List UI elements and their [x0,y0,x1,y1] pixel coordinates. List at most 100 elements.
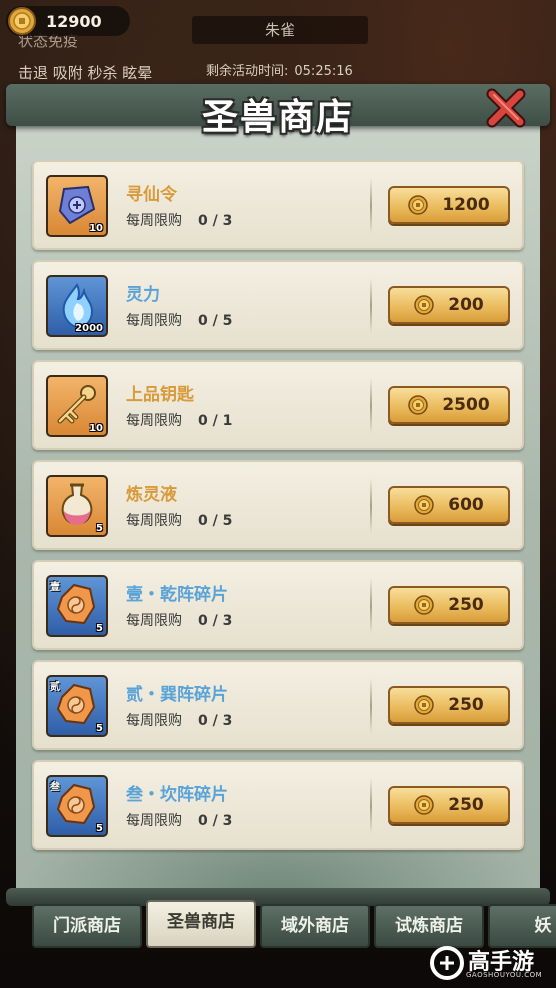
item-divider [370,478,372,534]
item-name: 炼灵液 [126,485,177,505]
item-limit-value: 0 / 3 [198,713,233,729]
coin-balance: 12900 [6,6,130,36]
item-icon-count: 5 [96,723,103,734]
coin-icon [414,595,434,615]
item-limit-value: 0 / 1 [198,413,233,429]
item-limit-value: 0 / 3 [198,213,233,229]
coin-icon [414,695,434,715]
shop-item: 贰 5 贰・巽阵碎片 每周限购 0 / 3 250 [32,660,524,750]
item-name: 灵力 [126,285,160,305]
item-name: 壹・乾阵碎片 [126,585,228,605]
shop-item: 叁 5 叁・坎阵碎片 每周限购 0 / 3 250 [32,760,524,850]
item-name: 叁・坎阵碎片 [126,785,228,805]
item-name: 上品钥匙 [126,385,194,405]
buy-button[interactable]: 250 [388,586,510,624]
item-icon-corner-label: 叁 [50,782,60,793]
item-limit-label: 每周限购 [126,513,182,529]
item-icon-corner-label: 贰 [50,682,60,693]
item-icon-count: 5 [96,623,103,634]
item-icon-corner-label: 壹 [50,582,60,593]
tab-2[interactable]: 圣兽商店 [146,900,256,948]
coin-amount: 12900 [46,11,102,31]
buy-button[interactable]: 250 [388,686,510,724]
item-limit: 每周限购 0 / 3 [126,210,232,230]
shop-item: 10 寻仙令 每周限购 0 / 3 1200 [32,160,524,250]
coin-icon [414,495,434,515]
tab-1[interactable]: 门派商店 [32,904,142,948]
boss-name: 朱雀 [192,16,368,44]
buy-button[interactable]: 1200 [388,186,510,224]
item-limit-label: 每周限购 [126,613,182,629]
logo-icon [430,946,464,980]
watermark-logo: 高手游 GAOSHOUYOU.COM [430,944,552,984]
coin-icon [408,195,429,215]
item-divider [370,178,372,234]
item-limit-label: 每周限购 [126,213,182,229]
buy-button[interactable]: 2500 [388,386,510,424]
item-price: 600 [448,495,484,515]
coin-icon [414,795,434,815]
skills-text: 击退 吸附 秒杀 眩晕 [18,64,153,82]
coin-icon [408,395,429,415]
shop-item: 2000 灵力 每周限购 0 / 5 200 [32,260,524,350]
buy-button[interactable]: 250 [388,786,510,824]
item-limit-label: 每周限购 [126,313,182,329]
item-limit: 每周限购 0 / 5 [126,310,232,330]
item-icon-frame: 10 [46,375,108,437]
item-price: 1200 [442,195,490,215]
item-price: 250 [448,695,484,715]
tab-4[interactable]: 试炼商店 [374,904,484,948]
item-divider [370,778,372,834]
shop-item: 壹 5 壹・乾阵碎片 每周限购 0 / 3 250 [32,560,524,650]
item-icon-frame: 壹 5 [46,575,108,637]
tab-3[interactable]: 域外商店 [260,904,370,948]
item-name: 寻仙令 [126,185,177,205]
item-limit: 每周限购 0 / 3 [126,710,232,730]
item-icon-count: 5 [96,523,103,534]
item-name: 贰・巽阵碎片 [126,685,228,705]
item-price: 200 [448,295,484,315]
item-icon-frame: 2000 [46,275,108,337]
item-price: 250 [448,595,484,615]
buy-button[interactable]: 200 [388,286,510,324]
item-icon-frame: 贰 5 [46,675,108,737]
tab-5[interactable]: 妖 [488,904,556,948]
item-limit-value: 0 / 3 [198,613,233,629]
item-icon-count: 10 [89,223,103,234]
activity-timer: 剩余活动时间: 05:25:16 [206,60,353,79]
timer-label: 剩余活动时间: [206,64,289,79]
item-icon-frame: 10 [46,175,108,237]
item-limit: 每周限购 0 / 3 [126,810,232,830]
item-price: 250 [448,795,484,815]
item-limit-value: 0 / 5 [198,513,233,529]
item-divider [370,378,372,434]
close-icon [486,88,526,128]
item-limit-value: 0 / 5 [198,313,233,329]
shop-item: 5 炼灵液 每周限购 0 / 5 600 [32,460,524,550]
shop-item: 10 上品钥匙 每周限购 0 / 1 2500 [32,360,524,450]
item-icon-count: 5 [96,823,103,834]
item-limit-label: 每周限购 [126,713,182,729]
shop-item-list: 10 寻仙令 每周限购 0 / 3 1200 2000 灵力 每周限购 0 / 5 [32,160,524,860]
item-limit: 每周限购 0 / 3 [126,610,232,630]
item-limit: 每周限购 0 / 5 [126,510,232,530]
item-limit: 每周限购 0 / 1 [126,410,232,430]
item-limit-value: 0 / 3 [198,813,233,829]
item-divider [370,278,372,334]
watermark-url: GAOSHOUYOU.COM [466,971,543,979]
coin-icon [8,7,36,35]
item-icon-count: 10 [89,423,103,434]
close-button[interactable] [484,86,528,130]
item-limit-label: 每周限购 [126,813,182,829]
item-limit-label: 每周限购 [126,413,182,429]
timer-value: 05:25:16 [294,64,353,79]
shop-title: 圣兽商店 [201,96,354,138]
item-icon-count: 2000 [75,323,103,334]
item-divider [370,578,372,634]
buy-button[interactable]: 600 [388,486,510,524]
item-divider [370,678,372,734]
item-price: 2500 [442,395,490,415]
coin-icon [414,295,434,315]
item-icon-frame: 5 [46,475,108,537]
item-icon-frame: 叁 5 [46,775,108,837]
